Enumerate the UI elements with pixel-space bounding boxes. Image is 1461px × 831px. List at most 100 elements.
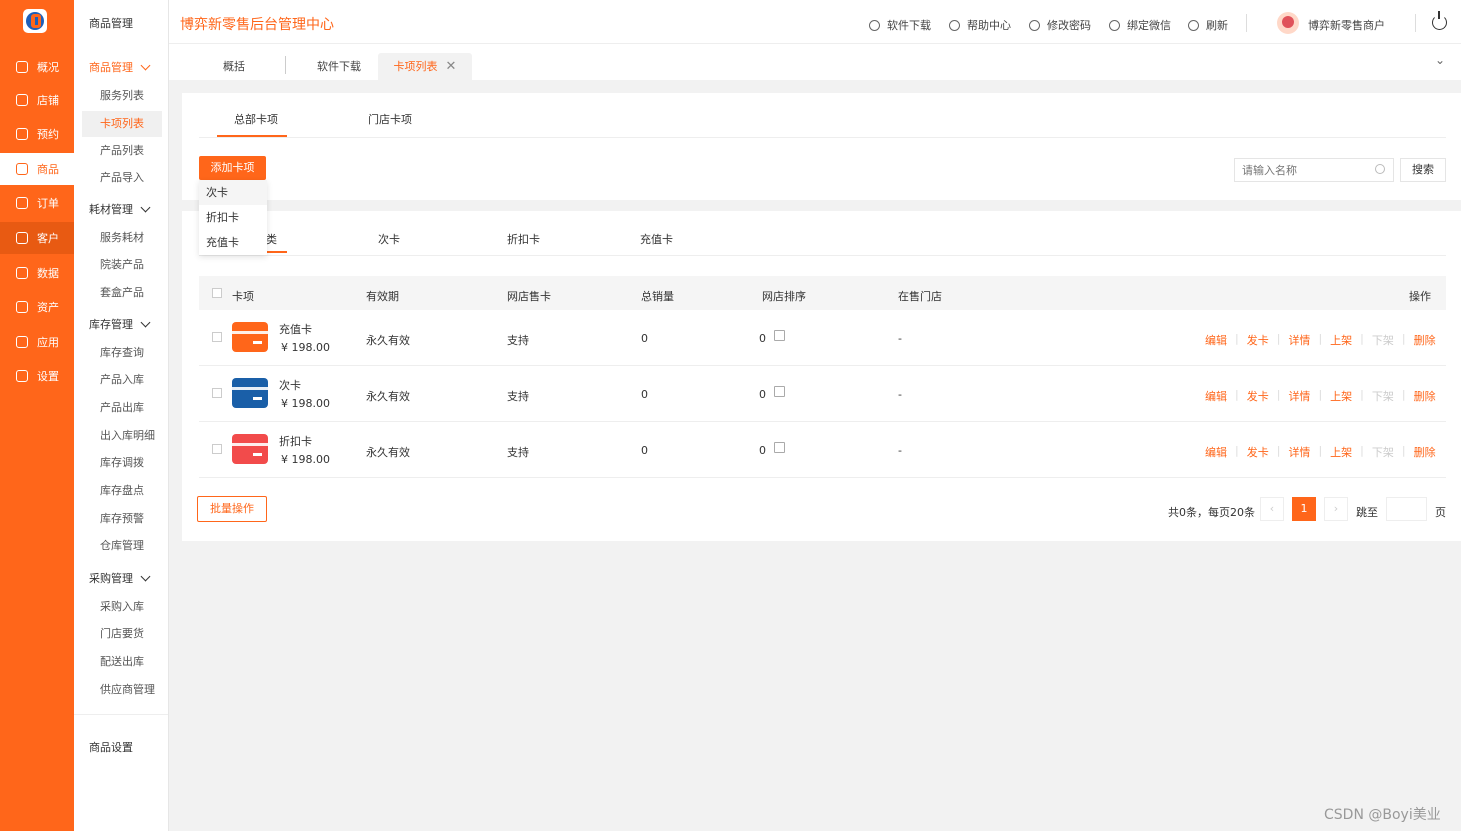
subtab-discount-card[interactable]: 折扣卡 <box>507 231 540 247</box>
side-item-suppliers[interactable]: 供应商管理 <box>82 677 162 703</box>
chevron-down-icon <box>140 202 151 212</box>
group-purchase[interactable]: 采购管理 <box>89 570 151 586</box>
close-icon[interactable]: ✕ <box>446 59 457 74</box>
side-item-stock-transfer[interactable]: 库存调拨 <box>82 450 162 476</box>
side-item-box-products[interactable]: 套盒产品 <box>82 280 162 306</box>
edit-icon[interactable] <box>774 330 785 341</box>
side-item-stock-count[interactable]: 库存盘点 <box>82 478 162 504</box>
subtab-times-card[interactable]: 次卡 <box>378 231 400 247</box>
subtab-recharge-card[interactable]: 充值卡 <box>640 231 673 247</box>
details-link[interactable]: 详情 <box>1288 388 1310 404</box>
settings-icon <box>16 370 28 382</box>
user-icon <box>16 232 28 244</box>
rail-item-customers[interactable]: 客户 <box>0 222 74 254</box>
jump-page-input[interactable] <box>1386 497 1427 521</box>
side-item-service-consumables[interactable]: 服务耗材 <box>82 225 162 251</box>
rail-item-goods[interactable]: 商品 <box>0 153 74 185</box>
avatar[interactable] <box>1277 12 1299 34</box>
edit-icon[interactable] <box>774 386 785 397</box>
side-item-product-import[interactable]: 产品导入 <box>82 165 162 191</box>
divider <box>285 56 286 74</box>
side-item-stock-alert[interactable]: 库存预警 <box>82 506 162 532</box>
details-link[interactable]: 详情 <box>1288 332 1310 348</box>
search-input[interactable] <box>1234 158 1394 182</box>
list-on-link[interactable]: 上架 <box>1330 444 1352 460</box>
dropdown-item-recharge-card[interactable]: 充值卡 <box>199 230 267 255</box>
page-label: 页 <box>1435 506 1446 519</box>
rail-item-overview[interactable]: 概况 <box>0 51 74 83</box>
side-item-salon-products[interactable]: 院装产品 <box>82 252 162 278</box>
issue-card-link[interactable]: 发卡 <box>1247 332 1269 348</box>
side-item-product-list[interactable]: 产品列表 <box>82 138 162 164</box>
side-item-stock-query[interactable]: 库存查询 <box>82 340 162 366</box>
next-page-button[interactable]: › <box>1324 497 1348 521</box>
dropdown-item-times-card[interactable]: 次卡 <box>199 180 267 205</box>
tab-overview[interactable]: 概括 <box>199 53 269 80</box>
power-icon[interactable] <box>1432 11 1447 30</box>
side-item-service-list[interactable]: 服务列表 <box>82 83 162 109</box>
calendar-icon <box>16 128 28 140</box>
download-button[interactable]: 软件下载 <box>869 17 931 33</box>
group-inventory[interactable]: 库存管理 <box>89 316 151 332</box>
side-item-card-list[interactable]: 卡项列表 <box>82 111 162 137</box>
group-consumables[interactable]: 耗材管理 <box>89 201 151 217</box>
edit-link[interactable]: 编辑 <box>1205 444 1227 460</box>
prev-page-button[interactable]: ‹ <box>1260 497 1284 521</box>
row-checkbox[interactable] <box>212 388 222 398</box>
list-off-link[interactable]: 下架 <box>1372 332 1394 348</box>
rail-item-apps[interactable]: 应用 <box>0 326 74 358</box>
delete-link[interactable]: 删除 <box>1414 388 1436 404</box>
goods-settings-link[interactable]: 商品设置 <box>89 739 133 755</box>
select-all-checkbox[interactable] <box>212 288 222 298</box>
side-item-warehouse[interactable]: 仓库管理 <box>82 533 162 559</box>
tab-hq-cards[interactable]: 总部卡项 <box>217 111 287 137</box>
add-card-dropdown: 次卡 折扣卡 充值卡 <box>199 180 267 255</box>
double-chevron-down-icon[interactable]: ⌄ <box>1435 53 1445 67</box>
logo-icon <box>23 9 47 33</box>
delete-link[interactable]: 删除 <box>1414 444 1436 460</box>
card-image <box>232 378 268 408</box>
details-link[interactable]: 详情 <box>1288 444 1310 460</box>
page-number[interactable]: 1 <box>1292 497 1316 521</box>
side-item-stock-in[interactable]: 产品入库 <box>82 367 162 393</box>
rail-item-orders[interactable]: 订单 <box>0 187 74 219</box>
side-item-purchase-in[interactable]: 采购入库 <box>82 594 162 620</box>
list-off-link[interactable]: 下架 <box>1372 444 1394 460</box>
edit-link[interactable]: 编辑 <box>1205 388 1227 404</box>
side-item-stock-out[interactable]: 产品出库 <box>82 395 162 421</box>
row-checkbox[interactable] <box>212 444 222 454</box>
edit-icon[interactable] <box>774 442 785 453</box>
issue-card-link[interactable]: 发卡 <box>1247 444 1269 460</box>
list-on-link[interactable]: 上架 <box>1330 332 1352 348</box>
search-button[interactable]: 搜索 <box>1400 158 1446 182</box>
help-center-button[interactable]: 帮助中心 <box>949 17 1011 33</box>
refresh-button[interactable]: 刷新 <box>1188 17 1228 33</box>
bind-wechat-button[interactable]: 绑定微信 <box>1109 17 1171 33</box>
subtab-all[interactable]: 类 <box>200 231 287 253</box>
rail-item-booking[interactable]: 预约 <box>0 118 74 150</box>
user-name[interactable]: 博弈新零售商户 <box>1308 17 1385 33</box>
side-item-delivery-out[interactable]: 配送出库 <box>82 649 162 675</box>
tab-card-list[interactable]: 卡项列表 ✕ <box>378 53 472 80</box>
rail-item-store[interactable]: 店铺 <box>0 84 74 116</box>
add-card-button[interactable]: 添加卡项 <box>199 156 266 180</box>
batch-action-button[interactable]: 批量操作 <box>197 496 267 522</box>
pagination-total: 共0条，每页20条 <box>1168 506 1255 519</box>
edit-link[interactable]: 编辑 <box>1205 332 1227 348</box>
tab-store-cards[interactable]: 门店卡项 <box>368 111 412 127</box>
row-checkbox[interactable] <box>212 332 222 342</box>
issue-card-link[interactable]: 发卡 <box>1247 388 1269 404</box>
side-item-store-request[interactable]: 门店要货 <box>82 621 162 647</box>
change-password-button[interactable]: 修改密码 <box>1029 17 1091 33</box>
tab-download[interactable]: 软件下载 <box>304 53 374 80</box>
rail-item-settings[interactable]: 设置 <box>0 360 74 392</box>
dropdown-item-discount-card[interactable]: 折扣卡 <box>199 205 267 230</box>
group-goods[interactable]: 商品管理 <box>89 59 151 75</box>
side-item-stock-detail[interactable]: 出入库明细 <box>82 423 162 449</box>
delete-link[interactable]: 删除 <box>1414 332 1436 348</box>
list-off-link[interactable]: 下架 <box>1372 388 1394 404</box>
rail-item-assets[interactable]: 资产 <box>0 291 74 323</box>
rail-item-data[interactable]: 数据 <box>0 257 74 289</box>
sub-sidebar-title: 商品管理 <box>89 17 133 30</box>
list-on-link[interactable]: 上架 <box>1330 388 1352 404</box>
